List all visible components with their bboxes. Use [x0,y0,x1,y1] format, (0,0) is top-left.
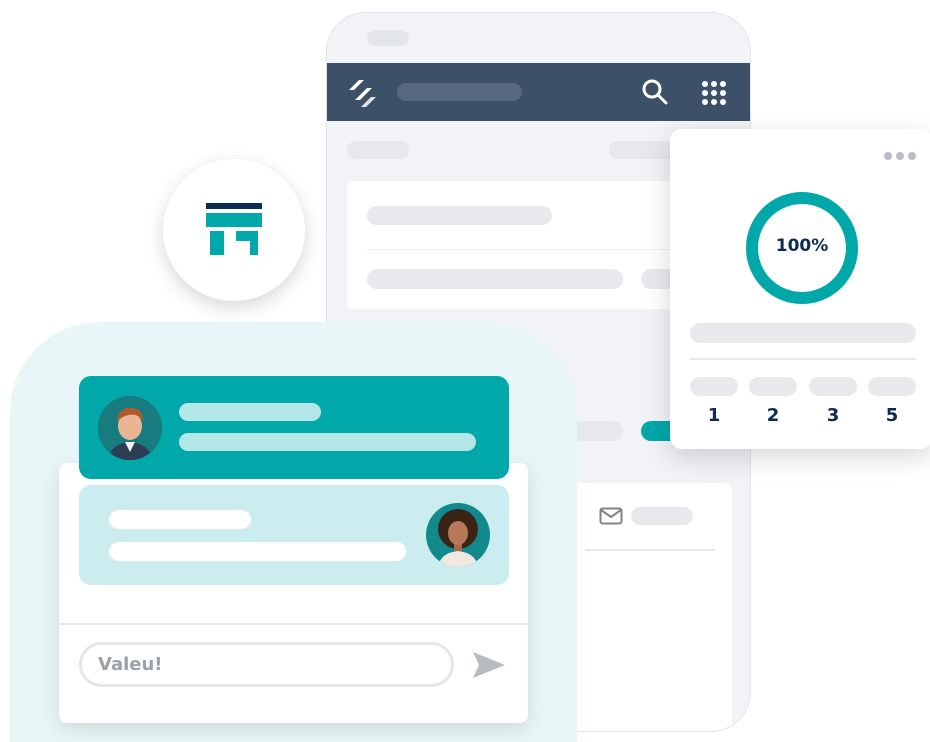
header-title-placeholder [397,83,522,101]
placeholder-bar [367,269,623,289]
divider [690,358,916,360]
avatar [426,503,490,567]
divider [585,549,715,551]
placeholder-bar [690,323,916,343]
chat-message-incoming [79,376,509,479]
mail-icon [599,507,623,530]
rating-5[interactable]: 5 [877,405,907,426]
message-line [109,510,251,529]
rating-placeholder [690,377,738,396]
store-icon [206,203,262,262]
placeholder-bar [367,206,552,225]
message-line [179,403,321,421]
app-header [327,63,750,121]
progress-label: 100% [775,236,829,256]
message-line [109,542,406,561]
more-dots-icon[interactable] [883,148,917,166]
chat-message-outgoing [79,485,509,585]
search-icon[interactable] [641,78,669,111]
rating-3[interactable]: 3 [818,405,848,426]
placeholder-bar [609,141,679,159]
phone-notch [367,30,409,46]
rating-2[interactable]: 2 [758,405,788,426]
placeholder-bar [347,141,409,159]
chat-input[interactable]: Valeu! [79,642,454,687]
logo-icon [345,76,379,113]
placeholder-bar [631,507,693,525]
progress-ring: 100% [745,191,859,305]
grid-menu-icon[interactable] [701,80,727,111]
rating-1[interactable]: 1 [699,405,729,426]
rating-placeholder [868,377,916,396]
avatar [98,396,162,460]
stats-card: 100% 1 2 3 5 [670,129,930,449]
divider [59,623,528,625]
rating-placeholder [809,377,857,396]
message-line [179,433,476,451]
store-badge [163,159,305,301]
rating-placeholder [749,377,797,396]
send-icon[interactable] [471,650,507,685]
